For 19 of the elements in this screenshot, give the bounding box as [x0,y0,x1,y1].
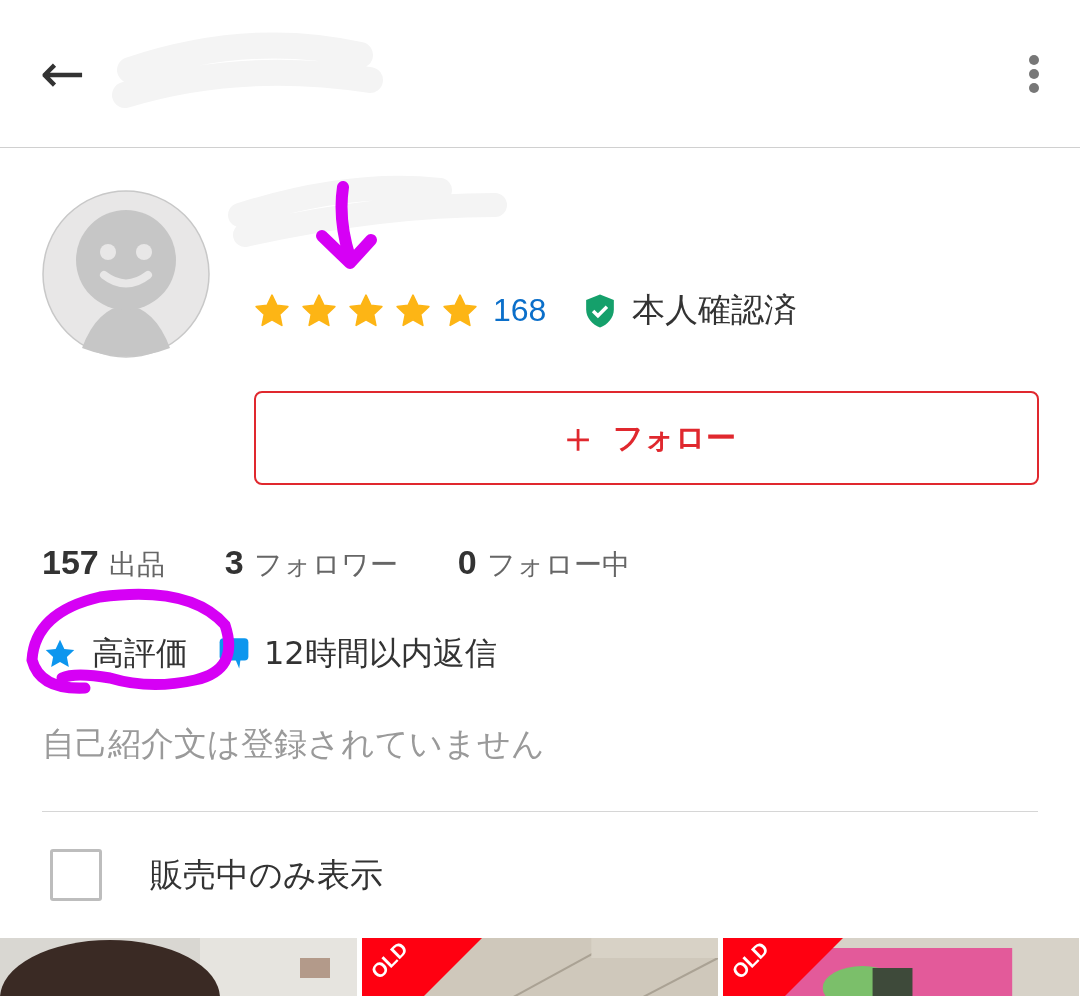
sold-label: OLD [367,938,412,982]
stat-label: フォロワー [253,547,398,583]
verified-label: 本人確認済 [632,289,798,331]
stat-label: フォロー中 [486,547,630,583]
bio-text: 自己紹介文は登録されていません [42,723,546,765]
follow-button[interactable]: ＋ フォロー [254,391,1039,485]
filter-label: 販売中のみ表示 [150,853,383,896]
badge-label: 高評価 [92,633,188,674]
stat-value: 157 [42,543,99,582]
stat-value: 3 [224,543,244,582]
badge-label: 12時間以内返信 [264,633,497,674]
stat-label: 出品 [108,547,165,583]
checkbox[interactable] [50,849,102,901]
rating-count-link[interactable]: 168 [493,292,547,329]
avatar-icon [42,190,210,358]
more-options-icon[interactable] [1028,53,1040,94]
stat-value: 0 [457,543,477,582]
sold-label: OLD [728,938,773,982]
back-button[interactable]: ← [40,46,86,101]
